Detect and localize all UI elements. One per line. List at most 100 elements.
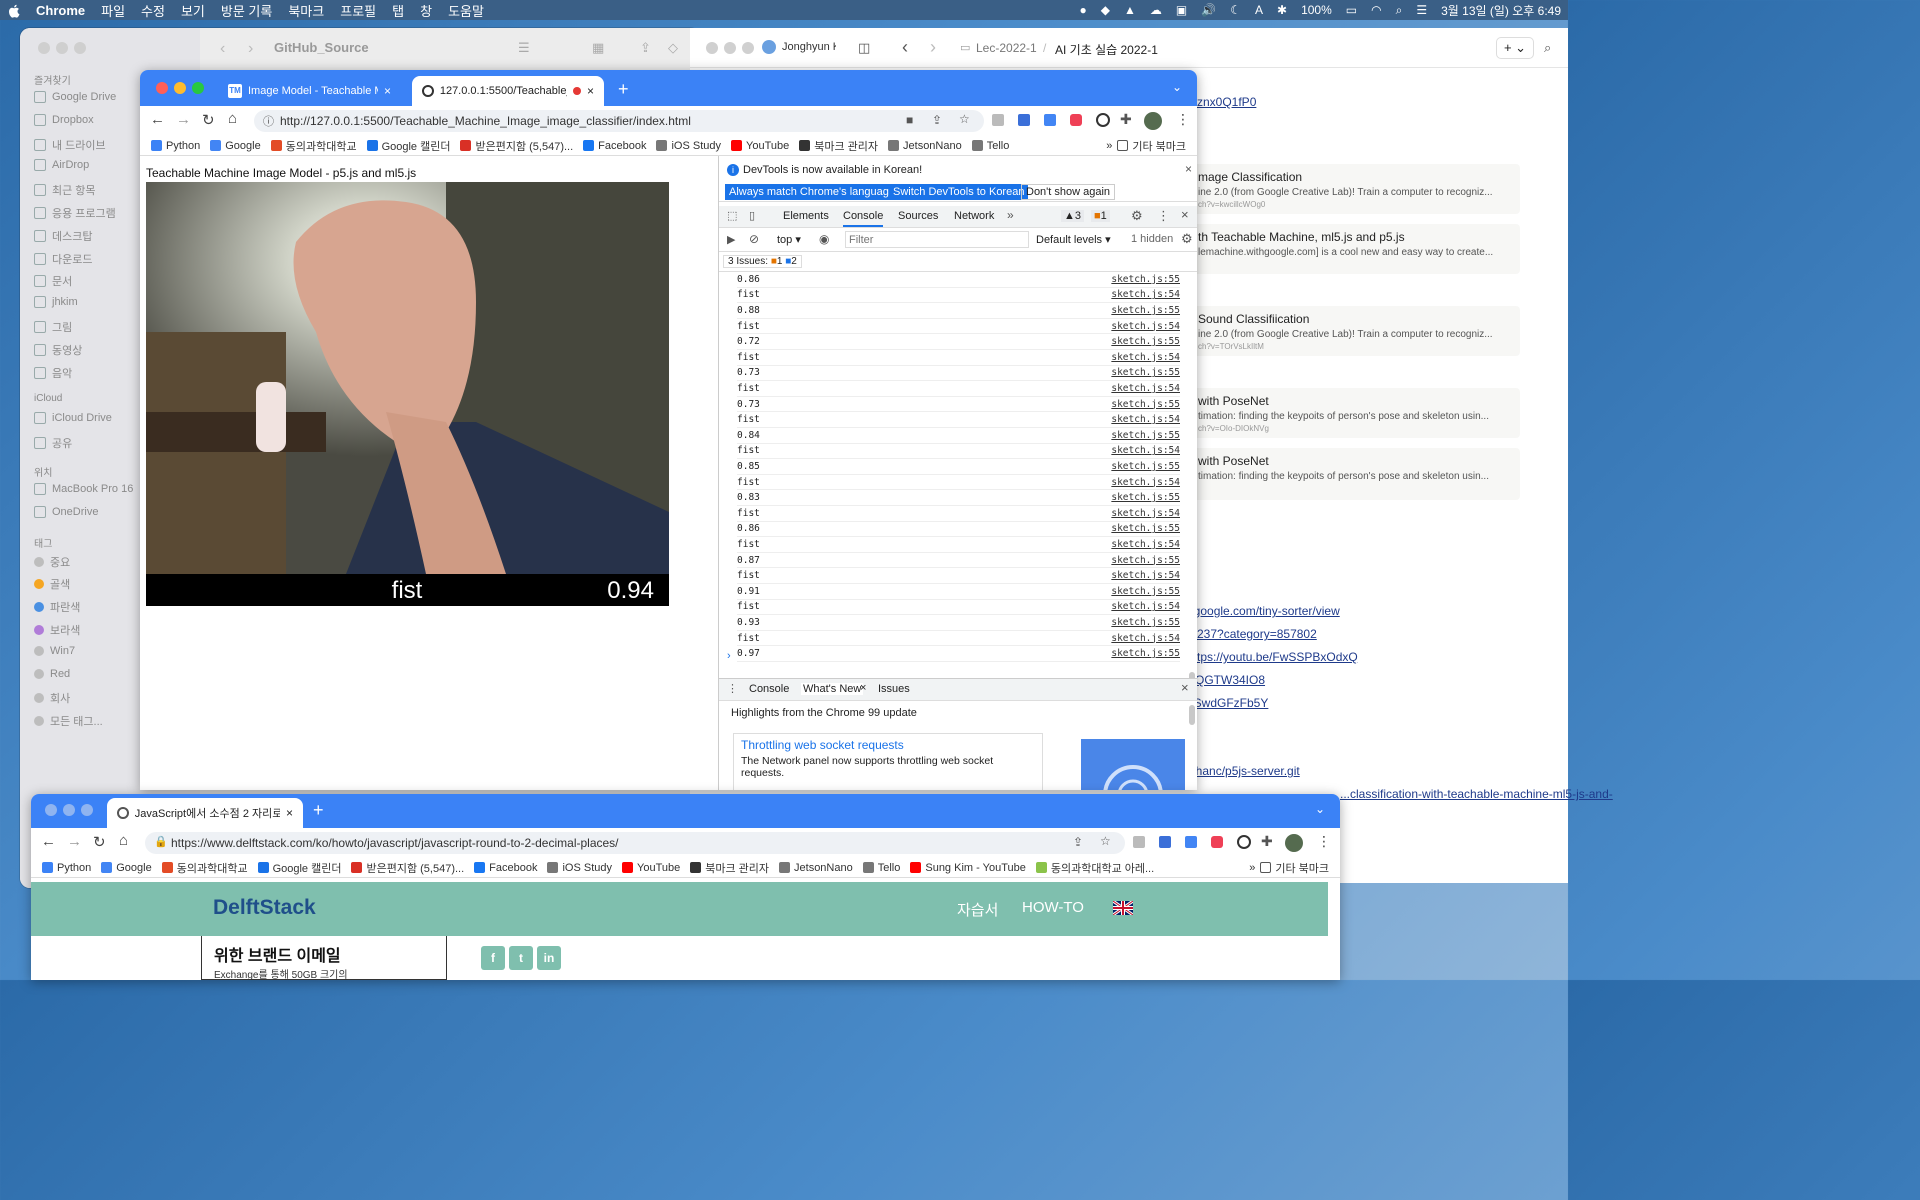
other-bookmarks[interactable]: 기타 북마크	[1255, 860, 1334, 876]
bookmark-item[interactable]: Google 캘린더	[362, 138, 456, 154]
match-language-button[interactable]: Always match Chrome's language	[725, 184, 899, 200]
zoom-icon[interactable]	[81, 804, 93, 816]
sidebar-item-tag[interactable]: 회사	[34, 690, 70, 706]
input-icon[interactable]: A	[1248, 3, 1270, 17]
sidebar-item-tag[interactable]: 중요	[34, 554, 70, 570]
log-source-link[interactable]: sketch.js:55	[1111, 586, 1180, 597]
minimize-icon[interactable]	[174, 82, 186, 94]
sidebar-item-favorite[interactable]: 응용 프로그램	[34, 205, 116, 221]
close-tab-icon[interactable]: ×	[384, 84, 391, 98]
note-link[interactable]: 9SwdGFzFb5Y	[1187, 696, 1268, 710]
wifi-icon[interactable]: ◠	[1364, 3, 1388, 17]
bookmark-item[interactable]: 받은편지함 (5,547)...	[455, 138, 578, 154]
video-card[interactable]: Sound Classifiication ine 2.0 (from Goog…	[1190, 306, 1520, 356]
drawer-menu-icon[interactable]: ⋮	[727, 682, 738, 695]
sidebar-toggle-icon[interactable]: ◫	[858, 40, 870, 56]
extension-icon[interactable]	[1159, 836, 1171, 848]
sidebar-item-tag[interactable]: Red	[34, 668, 70, 680]
log-source-link[interactable]: sketch.js:55	[1111, 617, 1180, 628]
drawer-tab-console[interactable]: Console	[749, 683, 789, 695]
back-icon[interactable]: ‹	[220, 40, 225, 58]
drawer-tab-whats-new[interactable]: What's New	[801, 683, 864, 695]
zoom-icon[interactable]	[74, 42, 86, 54]
tab-console[interactable]: Console	[843, 210, 884, 227]
forward-icon[interactable]: →	[67, 833, 82, 850]
close-tab-icon[interactable]: ×	[860, 682, 866, 694]
address-bar[interactable]: ⓘ http://127.0.0.1:5500/Teachable_Machin…	[254, 110, 984, 132]
extension-icon[interactable]	[1096, 113, 1110, 127]
bookmark-item[interactable]: JetsonNano	[774, 862, 858, 874]
sidebar-item-favorite[interactable]: AirDrop	[34, 159, 89, 172]
app-icon[interactable]: ▣	[1169, 3, 1194, 17]
back-icon[interactable]: ←	[41, 833, 56, 850]
scrollbar[interactable]	[1189, 705, 1195, 725]
bookmark-item[interactable]: Facebook	[578, 140, 651, 152]
zoom-icon[interactable]	[742, 42, 754, 54]
log-source-link[interactable]: sketch.js:55	[1111, 492, 1180, 503]
nav-tutorials[interactable]: 자습서	[957, 899, 998, 920]
bookmark-item[interactable]: Sung Kim - YouTube	[905, 862, 1031, 874]
log-source-link[interactable]: sketch.js:54	[1111, 445, 1180, 456]
sidebar-icon[interactable]: ▶	[727, 233, 735, 246]
address-bar[interactable]: 🔒 https://www.delftstack.com/ko/howto/ja…	[145, 832, 1125, 854]
datetime[interactable]: 3월 13일 (일) 오후 6:49	[1434, 2, 1568, 19]
log-source-link[interactable]: sketch.js:54	[1111, 383, 1180, 394]
nav-howto[interactable]: HOW-TO	[1022, 899, 1084, 916]
sidebar-item-tag[interactable]: 골색	[34, 576, 70, 592]
camera-icon[interactable]: ■	[906, 113, 913, 127]
notes-tab-label[interactable]: Jonghyun K	[782, 41, 836, 53]
bookmark-item[interactable]: Python	[146, 140, 205, 152]
add-button[interactable]: + ⌄	[1496, 37, 1534, 59]
bookmark-item[interactable]: Tello	[967, 140, 1015, 152]
list-view-icon[interactable]: ☰	[518, 40, 530, 56]
log-source-link[interactable]: sketch.js:55	[1111, 648, 1180, 659]
tab-search-icon[interactable]: ⌄	[1315, 802, 1325, 816]
dropbox-icon[interactable]: ◆	[1094, 3, 1117, 17]
sidebar-item-favorite[interactable]: 다운로드	[34, 251, 92, 267]
sidebar-item-tag[interactable]: 보라색	[34, 622, 80, 638]
bluetooth-icon[interactable]: ✱	[1270, 3, 1294, 17]
tab-network[interactable]: Network	[954, 210, 994, 222]
tag-icon[interactable]: ◇	[668, 40, 678, 56]
sidebar-item-tag[interactable]: Win7	[34, 645, 75, 657]
tab-delftstack[interactable]: JavaScript에서 소수점 2 자리로 반 ×	[107, 798, 303, 828]
log-source-link[interactable]: sketch.js:55	[1111, 399, 1180, 410]
star-icon[interactable]: ☆	[959, 112, 970, 126]
ad-banner[interactable]: 위한 브랜드 이메일 Exchange를 통해 50GB 크기의	[201, 936, 447, 980]
close-icon[interactable]	[38, 42, 50, 54]
avatar[interactable]	[1285, 834, 1303, 852]
sidebar-item-tag[interactable]: 모든 태그...	[34, 713, 103, 729]
minimize-icon[interactable]	[63, 804, 75, 816]
sidebar-item-icloud[interactable]: iCloud Drive	[34, 412, 112, 425]
more-icon[interactable]: ⋮	[1317, 833, 1331, 850]
close-icon[interactable]	[45, 804, 57, 816]
log-source-link[interactable]: sketch.js:55	[1111, 430, 1180, 441]
more-tabs-icon[interactable]: »	[1007, 208, 1014, 222]
new-tab-button[interactable]: +	[618, 79, 629, 100]
menu-help[interactable]: 도움말	[440, 1, 492, 20]
inspect-icon[interactable]: ⬚	[727, 209, 737, 222]
bookmark-item[interactable]: Google 캘린더	[253, 860, 347, 876]
drawer-tab-issues[interactable]: Issues	[878, 683, 910, 695]
search-icon[interactable]: ⌕	[1389, 3, 1410, 18]
eye-icon[interactable]: ◉	[819, 232, 829, 246]
moon-icon[interactable]: ☾	[1223, 3, 1248, 17]
log-source-link[interactable]: sketch.js:55	[1111, 274, 1180, 285]
battery-percent[interactable]: 100%	[1294, 3, 1339, 17]
tab-search-icon[interactable]: ⌄	[1172, 80, 1182, 94]
battery-icon[interactable]: ▭	[1339, 3, 1364, 17]
reload-icon[interactable]: ↻	[202, 111, 215, 129]
note-link[interactable]: ngoogle.com/tiny-sorter/view	[1187, 604, 1340, 618]
star-icon[interactable]: ☆	[1100, 834, 1111, 848]
info-icon[interactable]: ⓘ	[263, 113, 274, 129]
minimize-icon[interactable]	[56, 42, 68, 54]
translate-icon[interactable]	[1044, 114, 1056, 126]
log-source-link[interactable]: sketch.js:55	[1111, 555, 1180, 566]
log-source-link[interactable]: sketch.js:54	[1111, 477, 1180, 488]
sidebar-item-location[interactable]: OneDrive	[34, 505, 98, 518]
bookmark-item[interactable]: YouTube	[617, 862, 685, 874]
note-link[interactable]: https://youtu.be/FwSSPBxOdxQ	[1187, 650, 1358, 664]
clear-icon[interactable]: ⊘	[749, 232, 759, 246]
bookmark-item[interactable]: 북마크 관리자	[685, 860, 774, 876]
sidebar-item-tag[interactable]: 파란색	[34, 599, 80, 615]
